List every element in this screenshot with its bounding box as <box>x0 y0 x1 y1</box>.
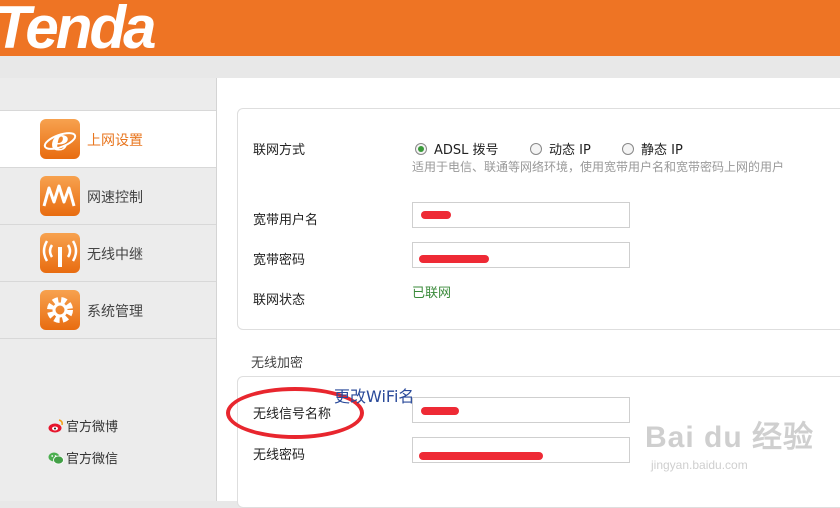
official-wechat-label: 官方微信 <box>66 452 119 467</box>
redaction-mark <box>421 211 451 219</box>
connection-mode-label: 联网方式 <box>253 143 306 158</box>
baidu-watermark: Bai du 经验 jingyan.baidu.com <box>645 412 814 472</box>
broadband-password-label: 宽带密码 <box>253 253 306 268</box>
header-bar: Tenda <box>0 0 840 60</box>
radio-dynamic-ip[interactable]: 动态 IP <box>530 139 591 158</box>
weibo-icon <box>48 418 64 434</box>
sidebar: e 上网设置 网速控制 无线中继 系统管理 官方微博 官方微信 <box>0 78 217 501</box>
radio-dynamic-ip-label: 动态 IP <box>549 143 591 158</box>
official-wechat-link[interactable]: 官方微信 <box>48 448 118 467</box>
tenda-logo: Tenda <box>0 0 156 61</box>
wireless-security-title: 无线加密 <box>251 356 304 371</box>
wechat-icon <box>48 450 64 466</box>
official-weibo-label: 官方微博 <box>66 420 119 435</box>
connection-status-label: 联网状态 <box>253 293 306 308</box>
internet-icon: e <box>40 119 80 159</box>
radio-unselected-icon <box>530 143 542 155</box>
broadband-username-input[interactable] <box>412 202 630 228</box>
wireless-relay-icon <box>40 233 80 273</box>
sidebar-item-wireless-relay[interactable]: 无线中继 <box>0 225 216 282</box>
gear-icon <box>40 290 80 330</box>
sidebar-top-strip <box>0 78 216 111</box>
sidebar-item-label: 网速控制 <box>87 190 143 206</box>
broadband-username-label: 宽带用户名 <box>253 213 319 228</box>
speed-icon <box>40 176 80 216</box>
wireless-ssid-label: 无线信号名称 <box>253 407 332 422</box>
radio-adsl[interactable]: ADSL 拨号 <box>415 139 499 158</box>
watermark-main: Bai du 经验 <box>645 421 815 454</box>
redaction-mark <box>419 255 489 263</box>
radio-static-ip-label: 静态 IP <box>641 143 683 158</box>
sub-bar <box>0 56 840 78</box>
wireless-password-label: 无线密码 <box>253 448 306 463</box>
redaction-mark <box>419 452 543 460</box>
broadband-password-input[interactable] <box>412 242 630 268</box>
radio-selected-icon <box>415 143 427 155</box>
wireless-password-input[interactable] <box>412 437 630 463</box>
radio-unselected-icon <box>622 143 634 155</box>
connection-mode-hint: 适用于电信、联通等网络环境，使用宽带用户名和宽带密码上网的用户 <box>412 160 785 174</box>
internet-settings-panel: 联网方式 ADSL 拨号 动态 IP 静态 IP 适用于电信、联通等网络环境，使… <box>237 108 840 330</box>
redaction-mark <box>421 407 459 415</box>
watermark-sub: jingyan.baidu.com <box>651 458 748 472</box>
annotation-text: 更改WiFi名 <box>334 387 415 406</box>
radio-adsl-label: ADSL 拨号 <box>434 143 499 158</box>
sidebar-item-internet-settings[interactable]: e 上网设置 <box>0 111 216 168</box>
wireless-ssid-input[interactable] <box>412 397 630 423</box>
connection-status-value: 已联网 <box>412 286 452 301</box>
sidebar-item-system-management[interactable]: 系统管理 <box>0 282 216 339</box>
sidebar-item-label: 上网设置 <box>87 133 143 149</box>
sidebar-item-label: 无线中继 <box>87 247 143 263</box>
official-weibo-link[interactable]: 官方微博 <box>48 416 118 435</box>
sidebar-item-label: 系统管理 <box>87 304 143 320</box>
radio-static-ip[interactable]: 静态 IP <box>622 139 683 158</box>
sidebar-item-speed-control[interactable]: 网速控制 <box>0 168 216 225</box>
svg-text:e: e <box>51 124 69 157</box>
